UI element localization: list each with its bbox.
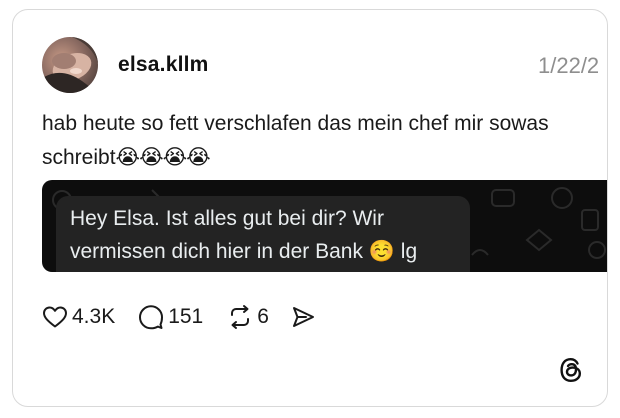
heart-icon: [42, 305, 68, 329]
comment-icon: [138, 304, 164, 330]
repost-count: 6: [257, 305, 269, 328]
chat-message-text: Hey Elsa. Ist alles gut bei dir? Wir ver…: [70, 207, 418, 263]
reply-button[interactable]: 151: [138, 304, 203, 330]
post-image[interactable]: Hey Elsa. Ist alles gut bei dir? Wir ver…: [42, 180, 607, 272]
action-bar: 4.3K 151 6: [42, 302, 315, 332]
post-caption: hab heute so fett verschlafen das mein c…: [42, 107, 607, 175]
share-button[interactable]: [291, 305, 315, 329]
post-card[interactable]: elsa.kllm 1/22/2 hab heute so fett versc…: [12, 9, 608, 407]
like-count: 4.3K: [72, 305, 116, 328]
repost-button[interactable]: 6: [227, 304, 269, 330]
repost-icon: [227, 304, 253, 330]
threads-logo-icon: [558, 357, 584, 383]
avatar[interactable]: [42, 37, 98, 93]
caption-emojis: 😭😭😭😭: [115, 146, 211, 169]
chat-message-bubble: Hey Elsa. Ist alles gut bei dir? Wir ver…: [56, 196, 470, 272]
reply-count: 151: [168, 305, 204, 328]
post-date: 1/22/2: [538, 53, 600, 78]
username[interactable]: elsa.kllm: [118, 53, 209, 77]
send-icon: [291, 305, 315, 329]
like-button[interactable]: 4.3K: [42, 305, 115, 329]
